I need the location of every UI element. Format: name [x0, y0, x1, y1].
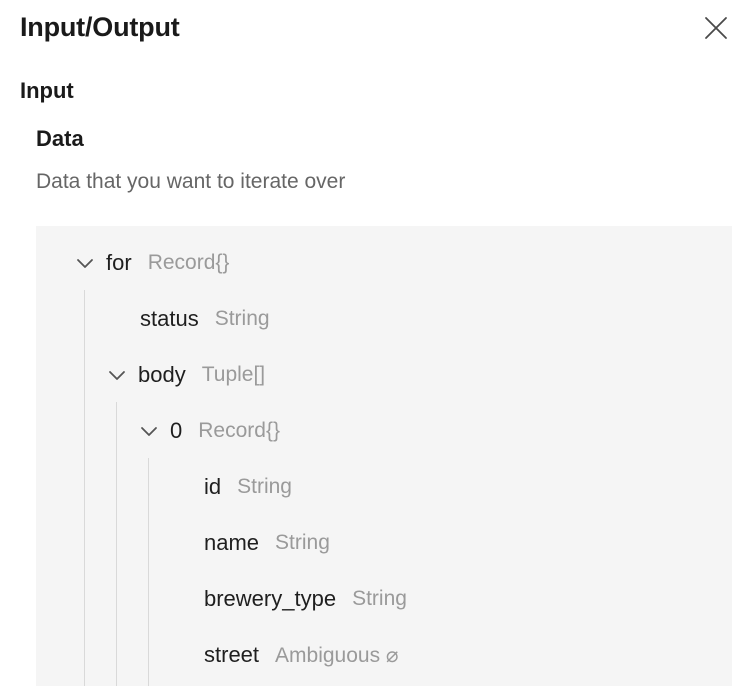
tree-node-key: status	[140, 306, 199, 331]
tree-node-key: body	[138, 362, 186, 387]
data-tree-panel: for Record{} status String body Tuple[] …	[36, 226, 732, 686]
tree-node-key: id	[204, 474, 222, 499]
tree-node-body[interactable]: body Tuple[]	[106, 355, 265, 395]
tree-node-key: for	[106, 250, 132, 275]
tree-node-type: String	[275, 531, 330, 554]
tree-node-type: Record{}	[147, 251, 230, 274]
tree-node-name[interactable]: name String	[204, 523, 330, 563]
tree-node-for[interactable]: for Record{}	[74, 243, 229, 283]
tree-node-type: String	[352, 587, 407, 610]
panel-title: Input/Output	[20, 12, 180, 42]
close-button[interactable]	[700, 12, 732, 44]
tree-node-type: Ambiguous ⌀	[275, 643, 399, 667]
tree-node-type: String	[214, 307, 270, 330]
tree-node-0[interactable]: 0 Record{}	[138, 411, 280, 451]
tree-guide-line	[84, 290, 85, 686]
tree-node-key: 0	[170, 418, 183, 443]
input-section-label: Input	[20, 78, 74, 103]
close-icon	[705, 17, 727, 39]
tree-node-type: Tuple[]	[201, 363, 266, 386]
data-field-description: Data that you want to iterate over	[36, 170, 346, 193]
tree-node-key: street	[204, 642, 260, 667]
tree-node-key: name	[204, 530, 260, 555]
tree-node-type: String	[237, 475, 292, 498]
data-field-label: Data	[36, 126, 84, 151]
tree-node-brewery-type[interactable]: brewery_type String	[204, 579, 407, 619]
chevron-down-icon[interactable]	[138, 420, 160, 442]
chevron-down-icon[interactable]	[106, 364, 128, 386]
tree-guide-line	[116, 402, 117, 686]
tree-guide-line	[148, 458, 149, 686]
tree-node-type: Record{}	[198, 419, 280, 442]
chevron-down-icon[interactable]	[74, 252, 96, 274]
tree-node-key: brewery_type	[204, 586, 337, 611]
tree-node-status[interactable]: status String	[140, 299, 270, 339]
tree-node-id[interactable]: id String	[204, 467, 292, 507]
tree-node-street[interactable]: street Ambiguous ⌀	[204, 635, 399, 675]
